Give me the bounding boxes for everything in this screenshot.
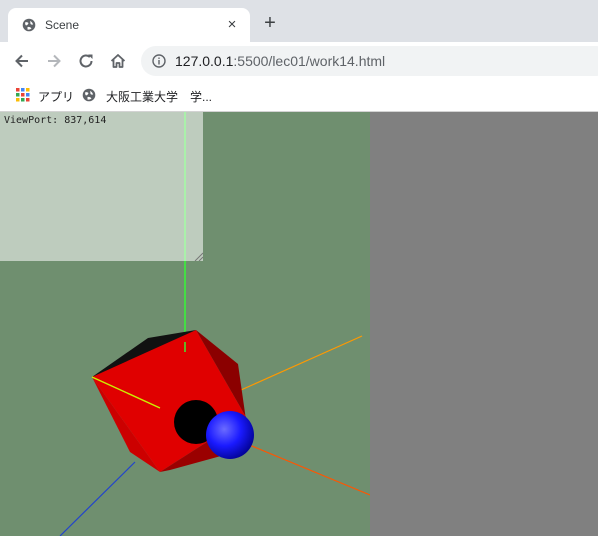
tab-strip: Scene × + — [0, 0, 598, 42]
bookmark-oit[interactable]: 大阪工業大学 — [82, 85, 182, 105]
resize-grip-icon[interactable] — [193, 251, 203, 261]
reload-icon[interactable] — [76, 51, 96, 71]
url-text[interactable]: 127.0.0.1:5500/lec01/work14.html — [175, 53, 385, 69]
arrow-left-icon[interactable] — [12, 51, 32, 71]
url-path: :5500/lec01/work14.html — [233, 53, 386, 69]
bookmark-more[interactable]: 学... — [190, 85, 220, 105]
globe-icon — [22, 18, 36, 32]
bookmark-label: 学... — [190, 90, 213, 104]
tab-title: Scene — [45, 18, 80, 32]
url-host: 127.0.0.1 — [175, 53, 234, 69]
bookmark-label: アプリ — [38, 90, 75, 104]
blue-sphere — [206, 411, 254, 459]
info-icon[interactable] — [152, 54, 166, 68]
bookmark-label: 大阪工業大学 — [106, 90, 179, 104]
apps-grid-icon — [16, 88, 30, 102]
close-icon[interactable]: × — [224, 17, 240, 33]
bookmark-apps[interactable]: アプリ — [16, 85, 76, 105]
address-bar[interactable]: 127.0.0.1:5500/lec01/work14.html — [141, 46, 598, 76]
page-viewport: ViewPort: 837,614 — [0, 112, 598, 536]
globe-icon — [82, 88, 96, 102]
bookmarks-bar: アプリ 大阪工業大学 学... — [0, 79, 598, 112]
browser-tab[interactable]: Scene × — [8, 8, 250, 42]
viewport-info-textarea[interactable]: ViewPort: 837,614 — [0, 112, 203, 261]
arrow-right-icon[interactable] — [44, 51, 64, 71]
home-icon[interactable] — [108, 51, 128, 71]
toolbar: 127.0.0.1:5500/lec01/work14.html — [0, 42, 598, 79]
new-tab-button[interactable]: + — [261, 13, 279, 33]
viewport-info-text: ViewPort: 837,614 — [4, 115, 107, 126]
